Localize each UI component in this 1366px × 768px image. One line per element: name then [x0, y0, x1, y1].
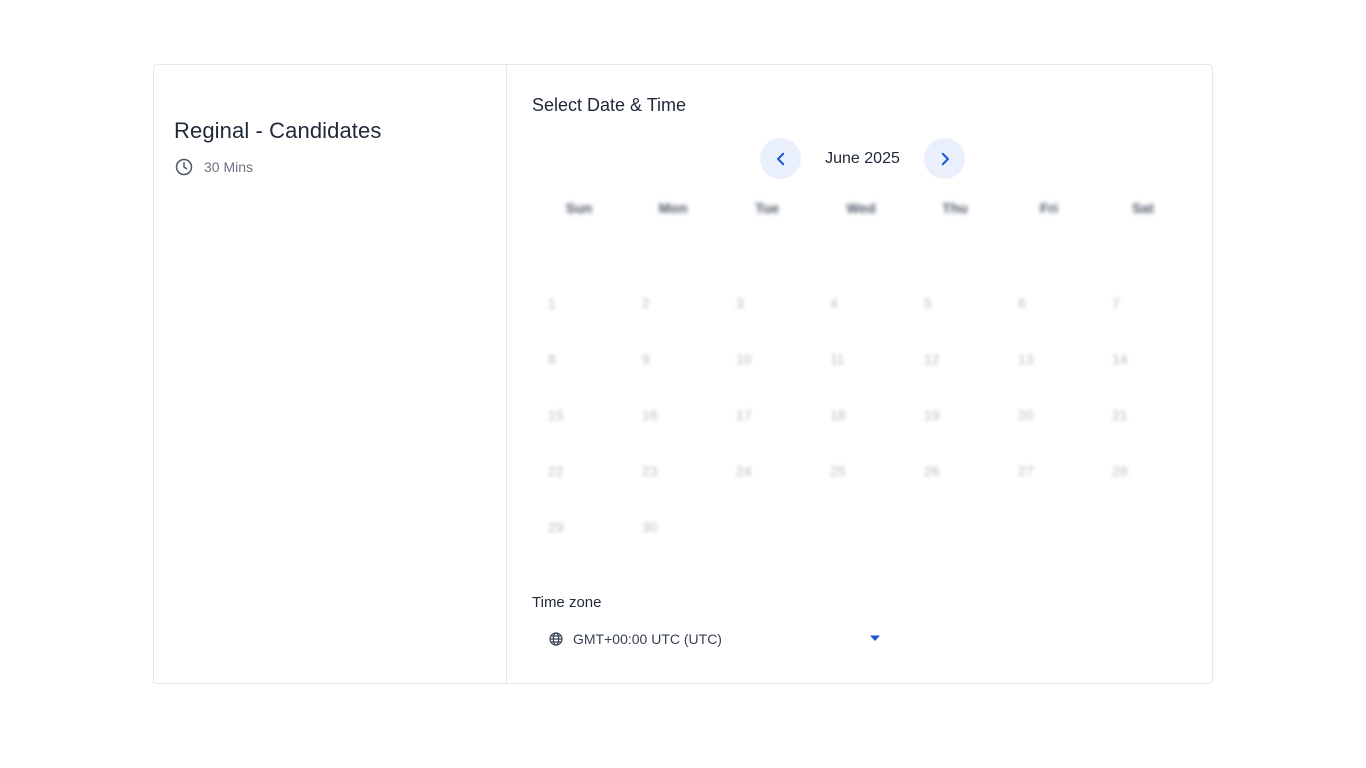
chevron-right-icon — [941, 152, 949, 165]
calendar-day: 13 — [1018, 351, 1034, 367]
event-title: Reginal - Candidates — [174, 118, 382, 143]
section-title: Select Date & Time — [532, 95, 687, 115]
weekday-label: Thu — [942, 200, 968, 216]
calendar-days-grid: 1 2 3 4 5 6 7 8 9 10 11 12 13 14 15 16 17 18 19 20 21 22 23 24 2… — [532, 295, 1190, 541]
calendar-day: 27 — [1018, 463, 1034, 479]
caret-down-icon — [870, 635, 880, 641]
calendar-day: 30 — [642, 519, 658, 535]
calendar-day: 10 — [736, 351, 752, 367]
calendar-day: 11 — [830, 351, 845, 367]
previous-month-button[interactable] — [760, 138, 801, 179]
calendar-day: 23 — [642, 463, 658, 479]
event-details-panel: Reginal - Candidates 30 Mins — [154, 65, 507, 683]
calendar-day: 8 — [548, 351, 556, 367]
calendar-day: 2 — [642, 295, 650, 311]
weekday-header: Sun Mon Tue Wed Thu Fri Sat — [532, 200, 1190, 216]
weekday-label: Sat — [1132, 200, 1154, 216]
booking-card: Reginal - Candidates 30 Mins Select Date… — [153, 64, 1213, 684]
calendar-day: 9 — [642, 351, 650, 367]
calendar-day: 28 — [1112, 463, 1128, 479]
calendar-day: 5 — [924, 295, 932, 311]
calendar-day: 22 — [548, 463, 564, 479]
calendar-day: 14 — [1112, 351, 1128, 367]
calendar-day: 19 — [924, 407, 940, 423]
calendar-day: 1 — [548, 295, 556, 311]
timezone-value: GMT+00:00 UTC (UTC) — [573, 630, 722, 647]
weekday-label: Wed — [846, 200, 876, 216]
calendar-day: 6 — [1018, 295, 1026, 311]
next-month-button[interactable] — [924, 138, 965, 179]
calendar-day: 18 — [830, 407, 846, 423]
calendar-day: 20 — [1018, 407, 1034, 423]
calendar-day: 15 — [548, 407, 564, 423]
calendar-day: 4 — [830, 295, 838, 311]
timezone-select[interactable]: GMT+00:00 UTC (UTC) — [532, 625, 882, 652]
duration-row: 30 Mins — [174, 157, 486, 177]
clock-icon — [175, 158, 193, 176]
calendar-day: 12 — [924, 351, 940, 367]
weekday-label: Sun — [565, 200, 593, 216]
date-time-panel: Select Date & Time June 2025 Sun Mon Tue… — [507, 65, 1212, 683]
timezone-label: Time zone — [532, 594, 602, 611]
chevron-left-icon — [776, 152, 784, 165]
calendar-day: 17 — [736, 407, 752, 423]
calendar-day: 16 — [642, 407, 658, 423]
calendar-day: 24 — [736, 463, 752, 479]
duration-text: 30 Mins — [204, 159, 254, 175]
calendar-day: 7 — [1112, 295, 1120, 311]
month-label: June 2025 — [825, 149, 900, 167]
calendar-day: 25 — [830, 463, 846, 479]
globe-icon — [549, 631, 563, 646]
weekday-label: Mon — [658, 200, 688, 216]
calendar-day: 26 — [924, 463, 940, 479]
calendar-day: 29 — [548, 519, 564, 535]
weekday-label: Fri — [1040, 200, 1058, 216]
calendar-day: 3 — [736, 295, 744, 311]
month-navigation: June 2025 — [760, 138, 965, 179]
calendar-day: 21 — [1112, 407, 1128, 423]
weekday-label: Tue — [755, 200, 779, 216]
